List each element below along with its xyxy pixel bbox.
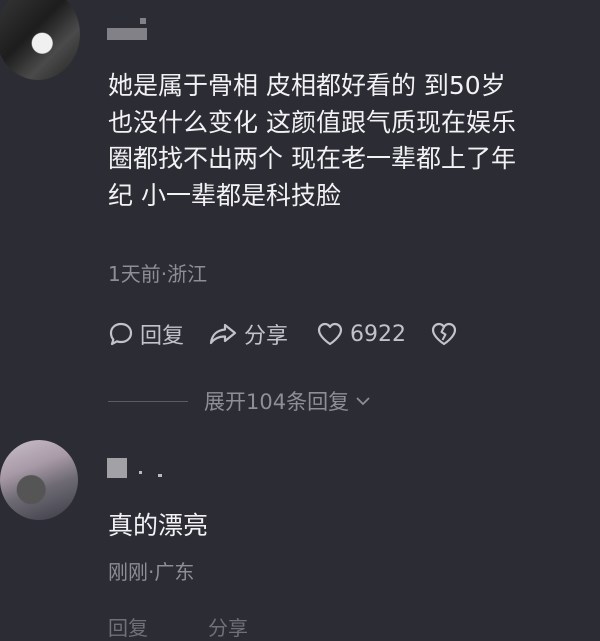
- username-blurred-mark: [139, 471, 142, 474]
- comment-line: 也没什么变化 这颜值跟气质现在娱乐: [108, 107, 516, 137]
- comment-meta: 刚刚·广东: [108, 560, 195, 584]
- expand-replies-button[interactable]: 展开104条回复: [108, 386, 371, 416]
- username-blurred-mark: [140, 18, 146, 24]
- reply-icon: [109, 322, 133, 346]
- username-blurred[interactable]: [107, 28, 147, 40]
- share-label: 分享: [208, 616, 248, 640]
- comment-actions: 回复 分享: [108, 612, 308, 641]
- comment-actions: 回复 分享 6922: [108, 317, 486, 351]
- comment-text: 真的漂亮: [108, 511, 209, 540]
- like-count: 6922: [350, 321, 407, 347]
- share-button[interactable]: 分享: [208, 318, 288, 350]
- avatar[interactable]: [0, 440, 78, 520]
- like-button[interactable]: 6922: [316, 321, 406, 347]
- comment-line: 纪 小一辈都是科技脸: [108, 180, 341, 210]
- username-blurred[interactable]: [107, 458, 127, 478]
- chevron-down-icon: [356, 397, 370, 406]
- comment-meta: 1天前·浙江: [108, 262, 208, 286]
- dislike-button[interactable]: [430, 321, 464, 347]
- reply-button[interactable]: 回复: [108, 318, 184, 350]
- comment-line: 圈都找不出两个 现在老一辈都上了年: [108, 144, 516, 173]
- reply-button[interactable]: 回复: [108, 612, 148, 641]
- expand-replies-label: 展开104条回复: [204, 390, 350, 414]
- divider: [108, 400, 188, 402]
- heart-icon: [317, 322, 343, 346]
- reply-label: 回复: [140, 324, 185, 349]
- broken-heart-icon: [431, 322, 457, 346]
- comment-line: 她是属于骨相 皮相都好看的 到50岁: [108, 71, 506, 100]
- comment-text: 她是属于骨相 皮相都好看的 到50岁 也没什么变化 这颜值跟气质现在娱乐 圈都找…: [108, 68, 588, 214]
- share-label: 分享: [244, 324, 289, 349]
- username-blurred-mark: [158, 474, 162, 477]
- reply-label: 回复: [108, 616, 148, 640]
- share-icon: [209, 323, 237, 345]
- share-button[interactable]: 分享: [208, 612, 248, 641]
- avatar[interactable]: [0, 0, 80, 80]
